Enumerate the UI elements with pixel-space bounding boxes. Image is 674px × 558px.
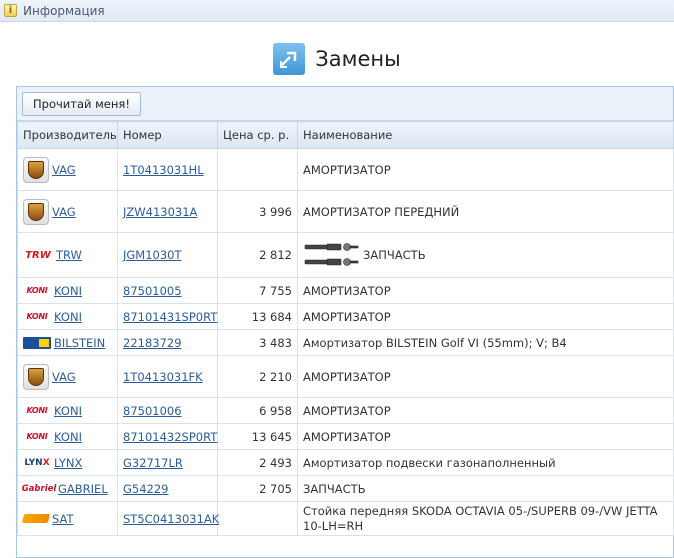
brand-link[interactable]: VAG — [52, 205, 76, 219]
price-cell: 6 958 — [217, 397, 298, 424]
table-row: KONI KONI 87101432SP0RT 13 645 АМОРТИЗАТО… — [17, 423, 674, 450]
info-header-bar: i Информация — [0, 0, 674, 22]
page-heading: Замены — [0, 43, 674, 75]
table-row: VAG JZW413031A 3 996 АМОРТИЗАТОР ПЕРЕДНИ… — [17, 190, 674, 233]
name-cell: АМОРТИЗАТОР — [297, 277, 674, 304]
column-header-manufacturer[interactable]: Производитель — [17, 121, 118, 149]
name-cell: АМОРТИЗАТОР — [297, 423, 674, 450]
column-header-price[interactable]: Цена ср. р. — [217, 121, 298, 149]
lynx-logo-text: LYN — [24, 457, 43, 468]
part-number-link[interactable]: G32717LR — [123, 456, 183, 470]
price-cell: 2 210 — [217, 355, 298, 398]
table-header-row: Производитель Номер Цена ср. р. Наименов… — [17, 121, 674, 149]
table-row: KONI KONI 87101431SP0RT 13 684 АМОРТИЗАТО… — [17, 303, 674, 330]
table-row: TRW TRW JGM1030T 2 812 ЗАПЧАСТЬ — [17, 232, 674, 278]
koni-logo: KONI — [26, 312, 48, 321]
name-cell: Стойка передняя SKODA OCTAVIA 05-/SUPERB… — [297, 501, 674, 536]
bilstein-logo — [23, 336, 51, 349]
koni-logo: KONI — [26, 432, 48, 441]
brand-link[interactable]: SAT — [52, 512, 74, 526]
porsche-crest-icon — [23, 198, 49, 225]
price-cell: 7 755 — [217, 277, 298, 304]
koni-logo: KONI — [26, 406, 48, 415]
part-number-link[interactable]: 87101431SP0RT — [123, 310, 217, 324]
table-row: SAT ST5C0413031AK Стойка передняя SKODA … — [17, 501, 674, 536]
table-row: LYN X LYNX G32717LR 2 493 Амортизатор подв… — [17, 449, 674, 476]
table-row: Gabriel GABRIEL G54229 2 705 ЗАПЧАСТЬ — [17, 475, 674, 502]
table-row: KONI KONI 87501005 7 755 АМОРТИЗАТОР — [17, 277, 674, 304]
gabriel-logo: Gabriel — [21, 483, 57, 494]
column-header-number[interactable]: Номер — [117, 121, 218, 149]
brand-link[interactable]: GABRIEL — [58, 482, 108, 496]
brand-link[interactable]: KONI — [54, 284, 82, 298]
table-row: VAG 1T0413031FK 2 210 АМОРТИЗАТОР — [17, 355, 674, 398]
price-cell: 13 684 — [217, 303, 298, 330]
name-cell: АМОРТИЗАТОР — [297, 397, 674, 424]
brand-link[interactable]: TRW — [56, 248, 82, 262]
table-row: BILSTEIN 22183729 3 483 Амортизатор BILS… — [17, 329, 674, 356]
info-icon: i — [4, 4, 17, 17]
price-cell: 2 812 — [217, 232, 298, 278]
table-row: KONI KONI 87501006 6 958 АМОРТИЗАТОР — [17, 397, 674, 424]
name-cell: АМОРТИЗАТОР — [297, 148, 674, 191]
lynx-logo: LYN X — [23, 458, 51, 468]
readme-button[interactable]: Прочитай меня! — [22, 92, 141, 116]
part-number-link[interactable]: ST5C0413031AK — [123, 512, 219, 526]
porsche-crest-icon — [23, 363, 49, 390]
name-text: ЗАПЧАСТЬ — [363, 248, 426, 262]
part-number-link[interactable]: 1T0413031HL — [123, 163, 204, 177]
name-cell: АМОРТИЗАТОР — [297, 303, 674, 330]
name-cell: АМОРТИЗАТОР — [297, 355, 674, 398]
name-cell: АМОРТИЗАТОР ПЕРЕДНИЙ — [297, 190, 674, 233]
sat-logo — [21, 514, 51, 523]
replace-arrows-icon — [273, 43, 306, 75]
column-header-name[interactable]: Наименование — [297, 121, 674, 149]
koni-logo: KONI — [26, 286, 48, 295]
price-cell — [217, 148, 298, 191]
brand-link[interactable]: KONI — [54, 430, 82, 444]
price-cell: 3 483 — [217, 329, 298, 356]
part-number-link[interactable]: G54229 — [123, 482, 169, 496]
trw-logo: TRW — [25, 249, 51, 261]
brand-link[interactable]: VAG — [52, 370, 76, 384]
price-cell: 3 996 — [217, 190, 298, 233]
part-number-link[interactable]: JZW413031A — [123, 205, 197, 219]
panel-toolbar: Прочитай меня! — [17, 87, 673, 121]
porsche-crest-icon — [23, 156, 49, 183]
lynx-logo-x: X — [42, 457, 50, 468]
shock-absorber-thumbnail[interactable] — [303, 239, 361, 271]
name-cell: ЗАПЧАСТЬ — [297, 475, 674, 502]
brand-link[interactable]: KONI — [54, 404, 82, 418]
brand-link[interactable]: LYNX — [54, 456, 82, 470]
part-number-link[interactable]: 87501005 — [123, 284, 182, 298]
part-number-link[interactable]: 87501006 — [123, 404, 182, 418]
name-cell: Амортизатор BILSTEIN Golf VI (55mm); V; … — [297, 329, 674, 356]
part-number-link[interactable]: 87101432SP0RT — [123, 430, 217, 444]
name-cell: Амортизатор подвески газонаполненный — [297, 449, 674, 476]
price-cell: 13 645 — [217, 423, 298, 450]
price-cell: 2 493 — [217, 449, 298, 476]
replacements-panel: Прочитай меня! Производитель Номер Цена … — [16, 86, 674, 558]
part-number-link[interactable]: 22183729 — [123, 336, 182, 350]
brand-link[interactable]: KONI — [54, 310, 82, 324]
price-cell — [217, 501, 298, 536]
price-cell: 2 705 — [217, 475, 298, 502]
table-row: VAG 1T0413031HL АМОРТИЗАТОР — [17, 148, 674, 191]
header-title: Информация — [23, 3, 105, 18]
brand-link[interactable]: VAG — [52, 163, 76, 177]
part-number-link[interactable]: JGM1030T — [123, 248, 182, 262]
part-number-link[interactable]: 1T0413031FK — [123, 370, 203, 384]
brand-link[interactable]: BILSTEIN — [54, 336, 105, 350]
replacements-table: Производитель Номер Цена ср. р. Наименов… — [17, 121, 674, 536]
page-title: Замены — [315, 47, 401, 71]
